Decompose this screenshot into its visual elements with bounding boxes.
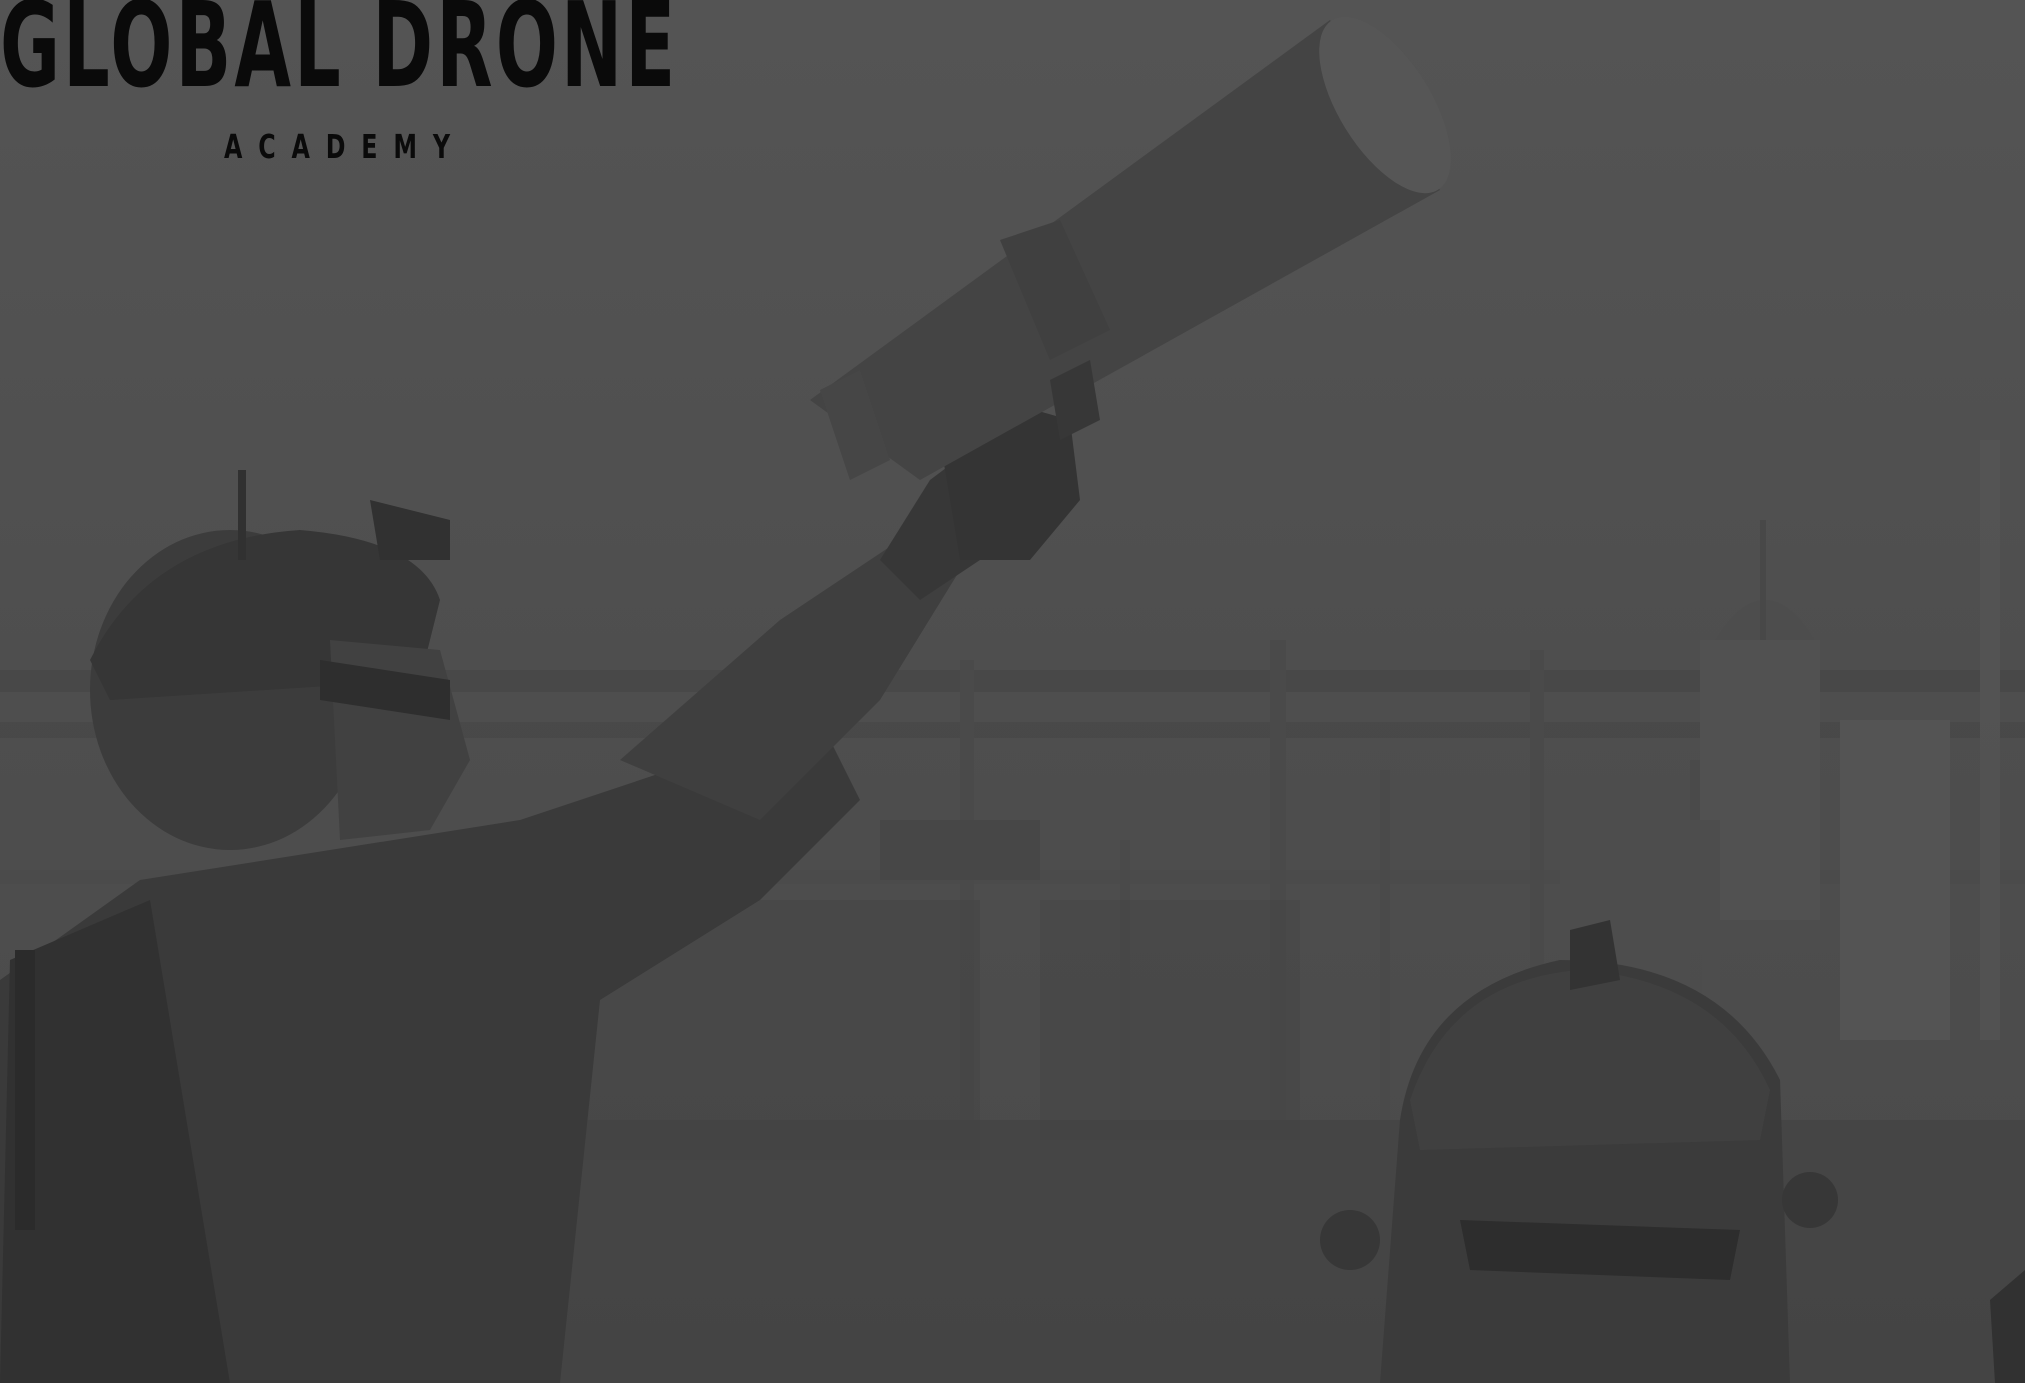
hero-banner: GLOBAL DRONE ACADEMY	[0, 0, 2025, 1383]
brand-logo[interactable]: GLOBAL DRONE ACADEMY	[0, 0, 710, 180]
logo-subtitle: ACADEMY	[224, 127, 466, 166]
logo-title: GLOBAL DRONE	[0, 0, 679, 114]
background-photo	[0, 0, 2025, 1383]
